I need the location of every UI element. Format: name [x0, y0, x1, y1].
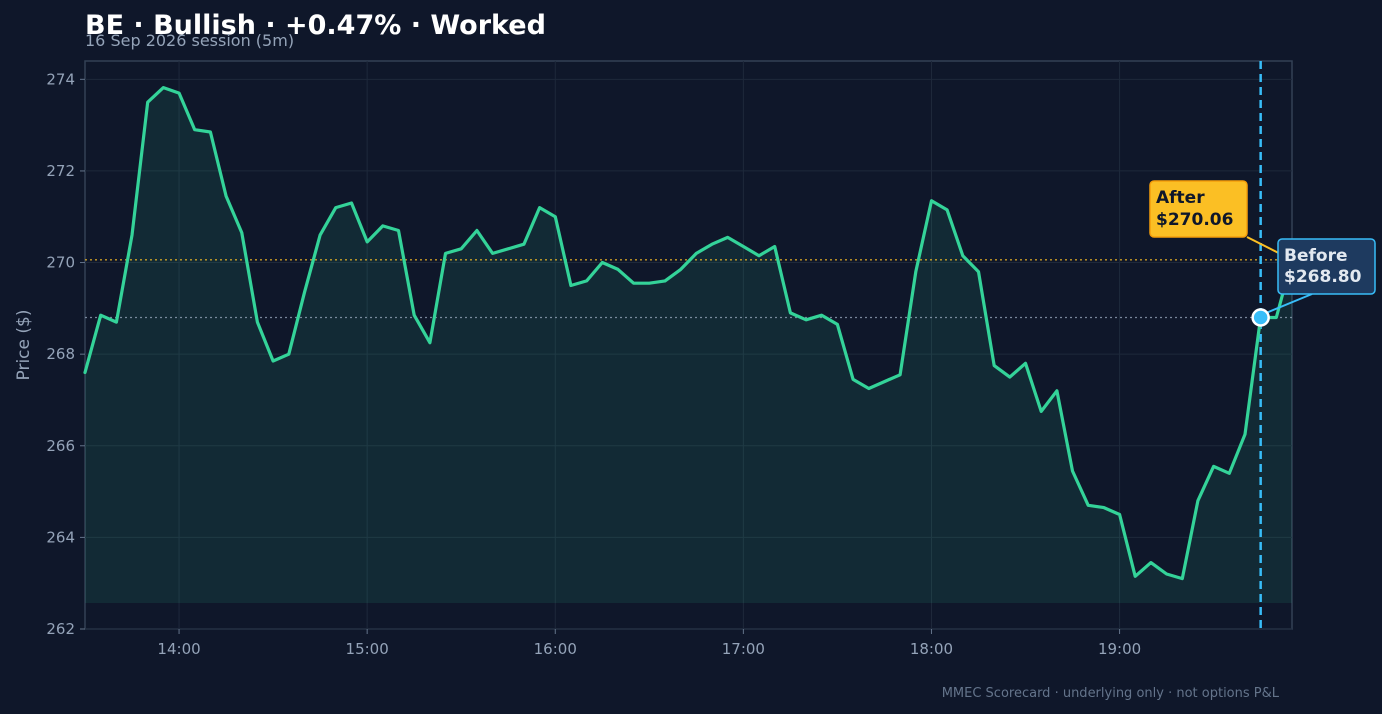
y-tick-label: 274 — [46, 70, 75, 88]
x-tick-label: 16:00 — [534, 640, 577, 658]
y-tick-label: 266 — [46, 437, 75, 455]
before-point — [1251, 308, 1270, 327]
x-tick-label: 19:00 — [1098, 640, 1141, 658]
y-tick-label: 268 — [46, 345, 75, 363]
x-tick-label: 14:00 — [157, 640, 200, 658]
before-label: Before — [1284, 246, 1347, 266]
y-tick-label: 262 — [46, 620, 75, 638]
y-tick-label: 264 — [46, 528, 75, 546]
price-chart: BE · Bullish · +0.47% · Worked 16 Sep 20… — [14, 10, 1376, 701]
y-tick-label: 270 — [46, 254, 75, 272]
after-label: After — [1156, 188, 1205, 208]
before-annotation: Before $268.80 — [1277, 238, 1376, 295]
x-tick-label: 15:00 — [346, 640, 389, 658]
after-annotation: After $270.06 — [1149, 180, 1248, 238]
y-axis-label: Price ($) — [14, 310, 34, 381]
x-tick-label: 17:00 — [722, 640, 765, 658]
y-tick-label: 272 — [46, 162, 75, 180]
x-tick-label: 18:00 — [910, 640, 953, 658]
after-value: $270.06 — [1156, 210, 1233, 230]
footer-note: MMEC Scorecard · underlying only · not o… — [942, 686, 1280, 701]
before-value: $268.80 — [1284, 267, 1362, 287]
chart-subtitle: 16 Sep 2026 session (5m) — [85, 31, 294, 50]
